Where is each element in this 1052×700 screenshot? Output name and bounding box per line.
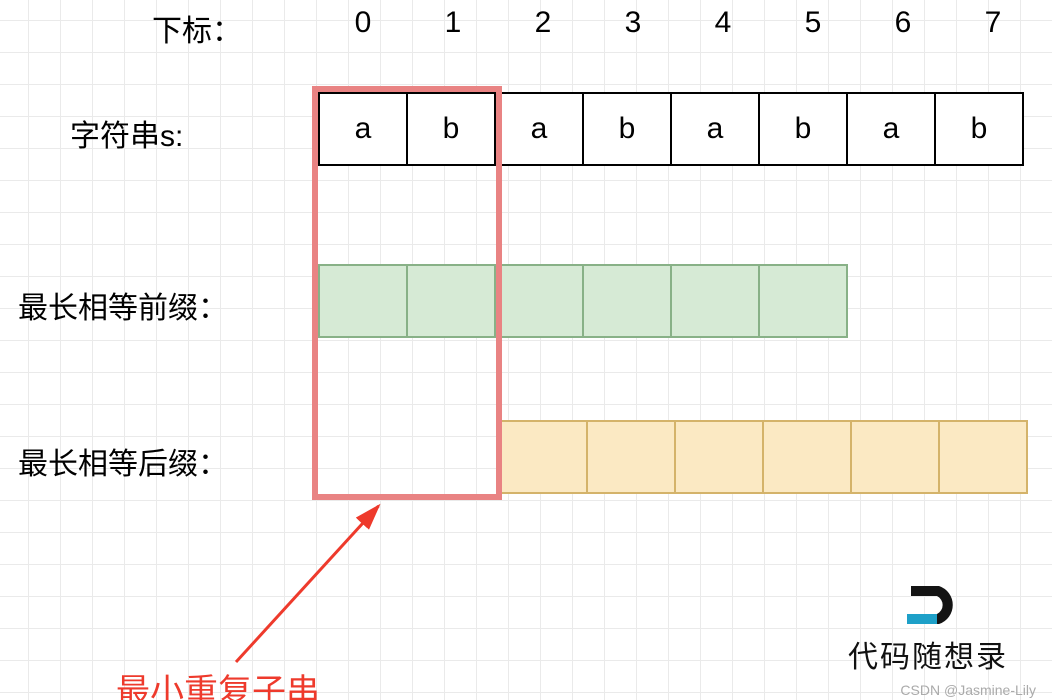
string-cell: b [934,92,1024,166]
index-cell: 5 [768,6,858,40]
suffix-cell [498,420,588,494]
prefix-cell [494,264,584,338]
suffix-cell [762,420,852,494]
index-cell: 3 [588,6,678,40]
index-cell: 1 [408,6,498,40]
prefix-row-label: 最长相等前缀： [18,283,228,327]
logo: 代码随想录 [848,582,1008,676]
string-cell: a [670,92,760,166]
prefix-row [318,264,848,338]
annotation-label: 最小重复子串 [116,664,320,700]
suffix-cell [674,420,764,494]
string-cell: a [494,92,584,166]
string-cell: b [406,92,496,166]
string-cell: a [318,92,408,166]
string-cell: b [758,92,848,166]
string-cell: a [846,92,936,166]
string-cell: b [582,92,672,166]
logo-mark-icon [899,582,957,628]
suffix-cell [850,420,940,494]
watermark: CSDN @Jasmine-Lily [900,682,1036,698]
index-cell: 7 [948,6,1038,40]
index-row-label: 下标： [152,6,242,50]
suffix-cell [938,420,1028,494]
suffix-row-label: 最长相等后缀： [18,439,228,483]
string-row: abababab [318,92,1024,166]
index-cell: 4 [678,6,768,40]
prefix-cell [406,264,496,338]
prefix-cell [318,264,408,338]
string-row-label: 字符串s: [70,111,183,155]
suffix-row [498,420,1028,494]
index-cell: 0 [318,6,408,40]
index-cell: 6 [858,6,948,40]
index-cell: 2 [498,6,588,40]
prefix-cell [670,264,760,338]
logo-text: 代码随想录 [848,632,1008,676]
prefix-cell [582,264,672,338]
suffix-cell [586,420,676,494]
diagram-canvas: 下标： 01234567 字符串s: abababab 最长相等前缀： 最长相等… [0,0,1052,700]
prefix-cell [758,264,848,338]
